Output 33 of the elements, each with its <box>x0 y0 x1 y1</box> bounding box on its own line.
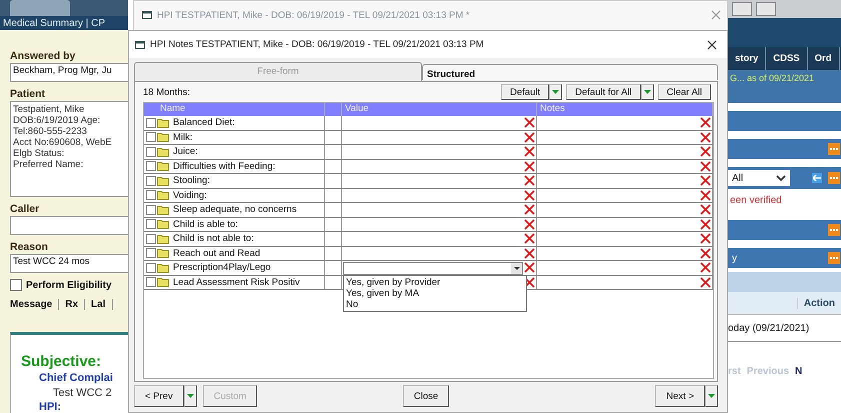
field-label: Caller <box>10 203 40 215</box>
note-heading: Subjective: <box>21 353 102 370</box>
column-header: Action <box>796 298 841 308</box>
row-name: Child is not able to: <box>173 233 254 244</box>
note-subheading: HPI: <box>39 401 62 413</box>
row-name: Reach out and Read <box>173 248 260 259</box>
field-label: Answered by <box>10 50 76 62</box>
row-name: Juice: <box>173 146 198 158</box>
row-name: Prescription4Play/Lego <box>173 262 271 274</box>
row-name: Difficulties with Feeding: <box>173 160 276 172</box>
column-header: Notes <box>537 103 713 116</box>
section-label: 18 Months: <box>143 86 190 98</box>
row-name: Sleep adequate, no concerns <box>173 204 297 216</box>
row-name: Milk: <box>173 132 193 143</box>
table-cell: oday (09/21/2021) <box>728 322 810 334</box>
window-title: HPI Notes TESTPATIENT, Mike - DOB: 06/19/2019 - TEL 09/21/2021 03:13 PM <box>150 39 484 50</box>
row-name: Child is able to: <box>173 218 238 230</box>
note-text: Test WCC 2 <box>53 387 113 399</box>
row-name: Stooling: <box>173 175 210 186</box>
note-subheading: Chief Complai <box>39 372 114 384</box>
column-header: Value <box>342 103 537 116</box>
row-name: Voiding: <box>173 190 207 201</box>
field-label: Reason <box>10 241 49 253</box>
field-label: Patient <box>10 88 46 100</box>
nav-label: Medical Summary | CP <box>3 18 106 28</box>
status-text: G... as of 09/21/2021 <box>730 73 814 83</box>
row-name: Lead Assessment Risk Positiv <box>173 276 300 288</box>
warning-text: een verified <box>729 194 783 208</box>
section-label: y <box>731 252 737 264</box>
row-name: Balanced Diet: <box>173 117 235 128</box>
window-title: HPI TESTPATIENT, Mike - DOB: 06/19/2019 - TEL 09/21/2021 03:13 PM * <box>157 10 470 21</box>
checkbox-label: Perform Eligibility <box>26 280 112 290</box>
column-header: Name <box>144 103 325 116</box>
